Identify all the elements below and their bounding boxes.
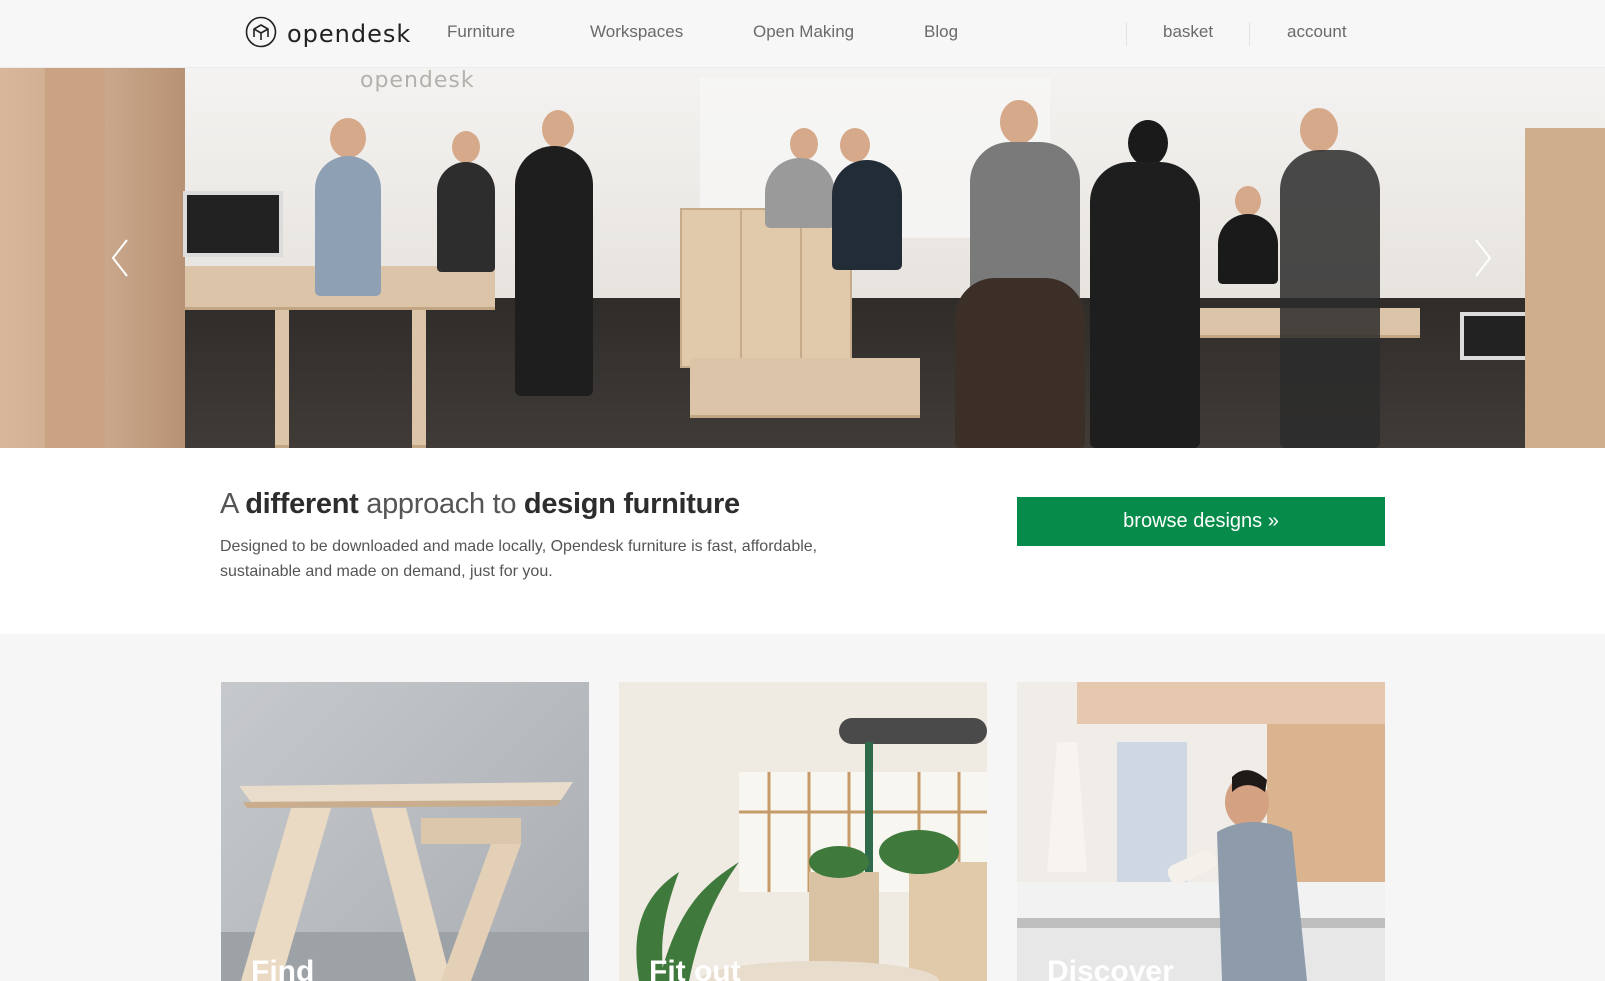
hero-monitor [1460, 312, 1530, 360]
opendesk-logo-icon [245, 16, 277, 53]
card-discover-image [1017, 682, 1385, 981]
hero-desk-leg [412, 310, 426, 448]
hero-person [955, 278, 1085, 448]
logo-text: opendesk [287, 20, 412, 48]
chevron-right-icon [1470, 239, 1496, 284]
hero-person [840, 128, 870, 162]
card-find-image [221, 782, 589, 981]
hero-cabinet [680, 208, 852, 368]
hero-person [1090, 162, 1200, 448]
hero-person [315, 156, 381, 296]
carousel-next-button[interactable] [1470, 236, 1496, 280]
hero-person [330, 118, 366, 158]
hero-person [1000, 100, 1038, 144]
nav-account[interactable]: account [1287, 22, 1347, 42]
card-fit-out-label: Fit out [649, 955, 741, 981]
nav-open-making[interactable]: Open Making [753, 22, 854, 42]
card-discover-label: Discover [1047, 955, 1174, 981]
hero-person [452, 131, 480, 163]
site-header: opendesk Furniture Workspaces Open Makin… [0, 0, 1605, 68]
hero-monitor [183, 191, 283, 257]
hero-person [1218, 214, 1278, 284]
hero-wood-panel [45, 68, 105, 448]
feature-cards: Find Fit out Discover [0, 634, 1605, 981]
hero-person [832, 160, 902, 270]
intro-title-part: approach to [358, 488, 524, 520]
hero-person [1300, 108, 1338, 152]
hero-wall-brand: opendesk [360, 68, 475, 93]
card-discover[interactable]: Discover [1017, 682, 1385, 981]
hero-desk-leg [275, 310, 289, 448]
intro-title-emphasis: different [245, 488, 359, 520]
intro-description: Designed to be downloaded and made local… [220, 538, 818, 580]
chevron-left-icon [107, 239, 133, 284]
intro-title-emphasis: design furniture [523, 488, 740, 520]
nav-divider [1126, 22, 1127, 46]
hero-carousel: opendesk [0, 68, 1605, 448]
hero-person [1280, 150, 1380, 448]
hero-person [437, 162, 495, 272]
nav-divider [1249, 22, 1250, 46]
nav-workspaces[interactable]: Workspaces [590, 22, 683, 42]
hero-person [1128, 120, 1168, 166]
nav-basket[interactable]: basket [1163, 22, 1213, 42]
card-find-label: Find [251, 955, 315, 981]
hero-table [690, 358, 920, 418]
hero-person [790, 128, 818, 160]
intro-title-part: A [220, 488, 246, 520]
carousel-prev-button[interactable] [107, 236, 133, 280]
nav-blog[interactable]: Blog [924, 22, 958, 42]
intro-section: A different approach to design furniture… [0, 448, 1605, 634]
logo[interactable]: opendesk [245, 16, 412, 53]
browse-designs-button[interactable]: browse designs » [1017, 497, 1385, 546]
card-fit-out-image [619, 682, 987, 981]
hero-person [515, 146, 593, 396]
card-find[interactable]: Find [221, 682, 589, 981]
hero-person [542, 110, 574, 148]
hero-person [1235, 186, 1261, 216]
nav-furniture[interactable]: Furniture [447, 22, 515, 42]
hero-person [765, 158, 835, 228]
card-fit-out[interactable]: Fit out [619, 682, 987, 981]
hero-wood-panel [1525, 128, 1605, 448]
intro-title: A different approach to design furniture [220, 488, 740, 521]
